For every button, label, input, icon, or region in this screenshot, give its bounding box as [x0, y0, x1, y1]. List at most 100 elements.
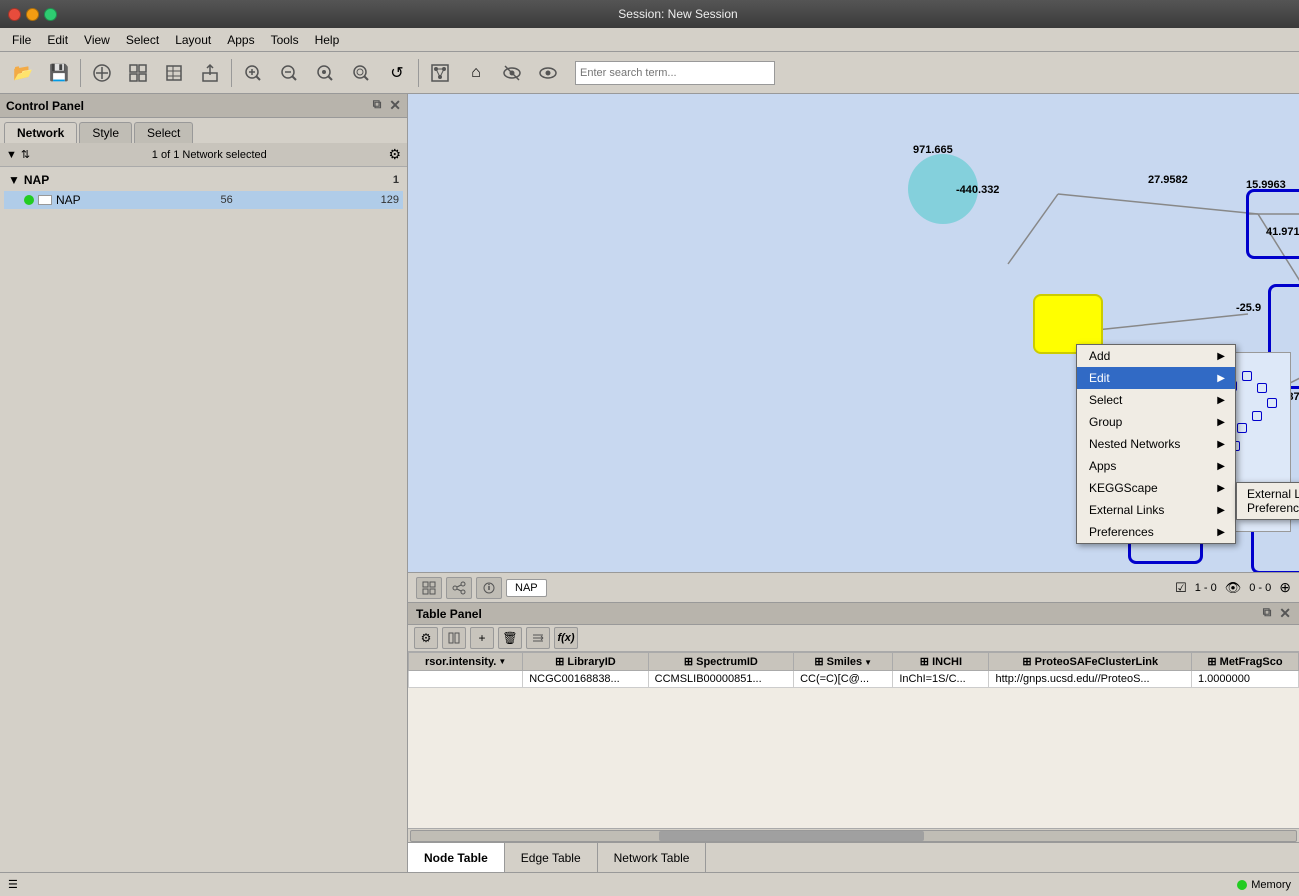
- zoom-selected-button[interactable]: [344, 56, 378, 90]
- ctx-external-links[interactable]: External Links ▶: [1077, 499, 1235, 521]
- status-panel-icon[interactable]: ☰: [8, 879, 18, 891]
- tab-network-table[interactable]: Network Table: [598, 843, 707, 872]
- menu-select[interactable]: Select: [118, 31, 167, 49]
- maximize-button[interactable]: [44, 8, 57, 21]
- selected-checkbox-icon: ☑: [1175, 580, 1187, 596]
- tab-select[interactable]: Select: [134, 122, 193, 143]
- cell-smiles: CC(=C)[C@...: [794, 671, 893, 688]
- hidden-count: 0 - 0: [1249, 582, 1271, 594]
- network-canvas[interactable]: 971.665 -440.332 27.9582 15.9963 41.9713…: [408, 94, 1299, 572]
- import-network-button[interactable]: [85, 56, 119, 90]
- col-metfrag[interactable]: ⊞ MetFragSco: [1192, 653, 1299, 671]
- ctx-edit-arrow: ▶: [1217, 373, 1225, 384]
- expand-all-icon[interactable]: ⇅: [21, 148, 30, 161]
- table-delete-button[interactable]: 🗑: [498, 627, 522, 649]
- close-button[interactable]: [8, 8, 21, 21]
- table-settings-button[interactable]: ⚙: [414, 627, 438, 649]
- home-button[interactable]: ⌂: [459, 56, 493, 90]
- ctx-edit[interactable]: Edit ▶: [1077, 367, 1235, 389]
- toolbar-sep-3: [418, 59, 419, 87]
- menu-view[interactable]: View: [76, 31, 118, 49]
- ctx-preferences[interactable]: Preferences ▶: [1077, 521, 1235, 543]
- ctx-nested-networks[interactable]: Nested Networks ▶: [1077, 433, 1235, 455]
- network-root-nap[interactable]: ▼ NAP 1: [4, 171, 403, 189]
- col-smiles-label: Smiles: [827, 656, 862, 668]
- col-inchi-label: INCHI: [932, 656, 962, 668]
- control-panel-tabs: Network Style Select: [0, 118, 407, 143]
- table-formula-button[interactable]: f(x): [554, 627, 578, 649]
- grid-view-button[interactable]: [416, 577, 442, 599]
- network-settings-icon[interactable]: ⚙: [388, 146, 401, 163]
- canvas-right-bar: ☑ 1 - 0 👁 0 - 0 ⊕: [1175, 579, 1291, 596]
- menu-apps[interactable]: Apps: [219, 31, 262, 49]
- label-971: 971.665: [913, 144, 953, 156]
- float-panel-button[interactable]: ⧉: [373, 97, 382, 114]
- details-button[interactable]: [476, 577, 502, 599]
- col-spectrumid[interactable]: ⊞ SpectrumID: [648, 653, 793, 671]
- ctx-select[interactable]: Select ▶: [1077, 389, 1235, 411]
- refresh-button[interactable]: ↺: [380, 56, 414, 90]
- toolbar-sep-2: [231, 59, 232, 87]
- save-button[interactable]: 💾: [42, 56, 76, 90]
- share-button[interactable]: [446, 577, 472, 599]
- node-blue-1[interactable]: [1246, 189, 1299, 259]
- table-columns-button[interactable]: [442, 627, 466, 649]
- table-add-row-button[interactable]: +: [470, 627, 494, 649]
- menu-tools[interactable]: Tools: [263, 31, 307, 49]
- ctx-group-arrow: ▶: [1217, 417, 1225, 428]
- tab-edge-table[interactable]: Edge Table: [505, 843, 598, 872]
- col-libraryid-icon: ⊞: [555, 656, 564, 668]
- ctx-external-links-arrow: ▶: [1217, 505, 1225, 516]
- zoom-in-button[interactable]: [236, 56, 270, 90]
- toolbar-sep-1: [80, 59, 81, 87]
- minimize-button[interactable]: [26, 8, 39, 21]
- zoom-fit-button[interactable]: [308, 56, 342, 90]
- table-scrollbar[interactable]: [408, 828, 1299, 842]
- col-proteosafe-label: ProteoSAFeClusterLink: [1035, 656, 1158, 668]
- menu-help[interactable]: Help: [307, 31, 348, 49]
- network-tab-name[interactable]: NAP: [506, 579, 547, 597]
- menu-edit[interactable]: Edit: [39, 31, 76, 49]
- show-button[interactable]: [531, 56, 565, 90]
- col-intensity[interactable]: rsor.intensity. ▼: [409, 653, 523, 671]
- expand-icon[interactable]: ⊕: [1279, 579, 1291, 596]
- col-smiles[interactable]: ⊞ Smiles ▼: [794, 653, 893, 671]
- network-active-dot: [24, 195, 34, 205]
- label-15: 15.9963: [1246, 179, 1286, 191]
- ctx-keggscape[interactable]: KEGGScape ▶: [1077, 477, 1235, 499]
- col-proteosafe[interactable]: ⊞ ProteoSAFeClusterLink: [989, 653, 1192, 671]
- mm-node-20: [1237, 423, 1247, 433]
- search-input[interactable]: [575, 61, 775, 85]
- ctx-group[interactable]: Group ▶: [1077, 411, 1235, 433]
- float-table-panel-button[interactable]: ⧉: [1263, 605, 1272, 622]
- col-libraryid[interactable]: ⊞ LibraryID: [523, 653, 648, 671]
- submenu-item-external-links-preferences[interactable]: External Links Preferences: [1237, 483, 1299, 519]
- new-network-button[interactable]: [121, 56, 155, 90]
- network-overview-button[interactable]: [423, 56, 457, 90]
- table-map-button[interactable]: [526, 627, 550, 649]
- ctx-add[interactable]: Add ▶: [1077, 345, 1235, 367]
- zoom-out-button[interactable]: [272, 56, 306, 90]
- table-scroll-area[interactable]: rsor.intensity. ▼ ⊞ LibraryID: [408, 652, 1299, 828]
- table-row[interactable]: NCGC00168838... CCMSLIB00000851... CC(=C…: [409, 671, 1299, 688]
- submenu-external-links-preferences: External Links Preferences: [1236, 482, 1299, 520]
- import-table-button[interactable]: [157, 56, 191, 90]
- ctx-apps[interactable]: Apps ▶: [1077, 455, 1235, 477]
- close-table-panel-button[interactable]: ✕: [1279, 605, 1291, 622]
- tab-style[interactable]: Style: [79, 122, 132, 143]
- tab-network[interactable]: Network: [4, 122, 77, 143]
- control-panel-header: Control Panel ⧉ ✕: [0, 94, 407, 118]
- open-button[interactable]: 📂: [6, 56, 40, 90]
- close-panel-button[interactable]: ✕: [389, 97, 401, 114]
- network-leaf-nap[interactable]: NAP 56 129: [4, 191, 403, 209]
- hide-button[interactable]: [495, 56, 529, 90]
- menu-layout[interactable]: Layout: [167, 31, 219, 49]
- window-controls[interactable]: [8, 8, 57, 21]
- tab-node-table[interactable]: Node Table: [408, 843, 505, 872]
- col-metfrag-icon: ⊞: [1207, 656, 1216, 668]
- menu-file[interactable]: File: [4, 31, 39, 49]
- export-button[interactable]: [193, 56, 227, 90]
- col-inchi[interactable]: ⊞ INCHI: [893, 653, 989, 671]
- table-panel-header: Table Panel ⧉ ✕: [408, 603, 1299, 625]
- collapse-arrow[interactable]: ▼: [6, 149, 17, 161]
